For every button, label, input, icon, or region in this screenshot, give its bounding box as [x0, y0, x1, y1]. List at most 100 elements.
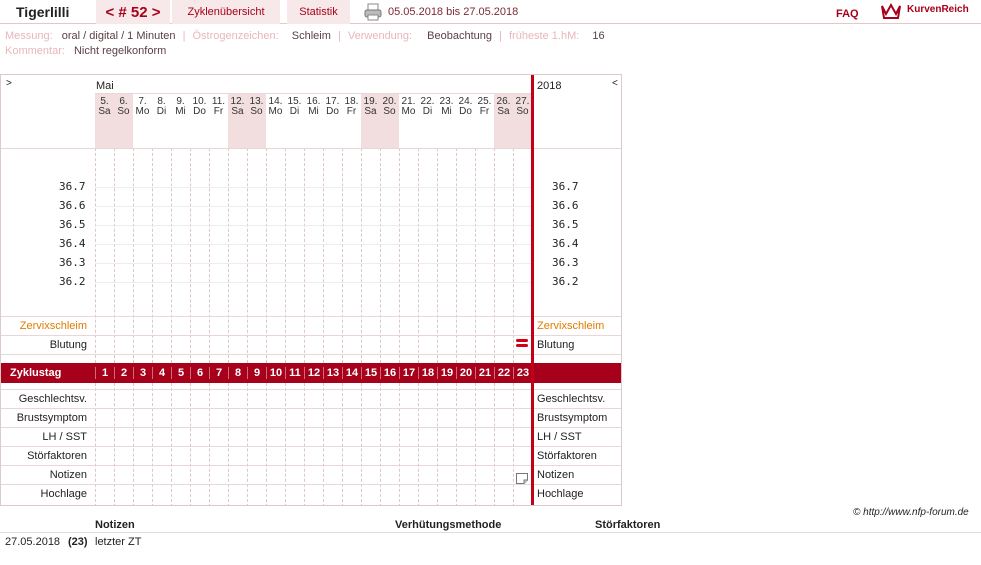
day-column[interactable]: 25. Fr [475, 94, 494, 148]
row-label: Brustsymptom [16, 412, 87, 424]
blutung-label: Blutung [49, 339, 87, 351]
day-column[interactable]: 10. Do [190, 94, 209, 148]
day-column[interactable]: 8. Di [152, 94, 171, 148]
day-column[interactable]: 12. Sa [228, 94, 247, 148]
zyklustag-cell[interactable]: 23 [513, 367, 532, 379]
zyklustag-cell[interactable]: 11 [285, 367, 304, 379]
zyklustag-cell[interactable]: 2 [114, 367, 133, 379]
faq-link[interactable]: FAQ [836, 8, 859, 20]
temp-label: 36.6 [59, 199, 86, 212]
day-column[interactable]: 22. Di [418, 94, 437, 148]
nav-next-button[interactable]: < [612, 78, 618, 89]
row-label: Geschlechtsv. [18, 393, 87, 405]
zyklustag-cell[interactable]: 7 [209, 367, 228, 379]
oestrogen-label: Östrogenzeichen: [192, 30, 279, 42]
note-text: letzter ZT [95, 536, 142, 548]
col-notizen: Notizen [95, 519, 135, 531]
zyklustag-cell[interactable]: 5 [171, 367, 190, 379]
zyklustag-row: Zyklustag 1 2 3 4 5 6 7 8 9 10 11 12 13 14 15 16 17 18 19 2… [1, 363, 621, 383]
weekday: Sa [497, 106, 510, 117]
day-column[interactable]: 7. Mo [133, 94, 152, 148]
weekday: Do [459, 106, 472, 117]
zyklustag-cell[interactable]: 22 [494, 367, 513, 379]
zyklustag-cell[interactable]: 17 [399, 367, 418, 379]
kommentar-label: Kommentar: [5, 45, 65, 57]
weekday: So [250, 106, 263, 117]
zyklustag-cell[interactable]: 9 [247, 367, 266, 379]
zyklustag-cell[interactable]: 19 [437, 367, 456, 379]
day-column[interactable]: 16. Mi [304, 94, 323, 148]
copyright[interactable]: © http://www.nfp-forum.de [853, 507, 969, 518]
zervix-label: Zervixschleim [19, 320, 87, 332]
weekday: Fr [213, 106, 224, 117]
zyklustag-cell[interactable]: 13 [323, 367, 342, 379]
note-icon[interactable] [516, 473, 528, 484]
day-column[interactable]: 17. Do [323, 94, 342, 148]
bleeding-marker-icon[interactable] [516, 339, 528, 347]
zyklustag-cell[interactable]: 15 [361, 367, 380, 379]
day-column[interactable]: 27. So [513, 94, 532, 148]
day-column[interactable]: 9. Mi [171, 94, 190, 148]
tab-statistics[interactable]: Statistik [287, 0, 350, 24]
info-line-1: Messung: oral / digital / 1 Minuten | Ös… [5, 30, 605, 42]
zyklustag-cell[interactable]: 20 [456, 367, 475, 379]
day-column[interactable]: 21. Mo [399, 94, 418, 148]
zyklustag-cell[interactable]: 6 [190, 367, 209, 379]
oestrogen-value: Schleim [291, 30, 331, 42]
temp-label-right: 36.5 [552, 218, 579, 231]
temp-label: 36.7 [59, 180, 86, 193]
day-column[interactable]: 15. Di [285, 94, 304, 148]
row-label-right: Hochlage [537, 488, 584, 500]
printer-icon[interactable] [364, 3, 382, 21]
col-verhuetung: Verhütungsmethode [395, 519, 502, 531]
day-column[interactable]: 14. Mo [266, 94, 285, 148]
day-column[interactable]: 20. So [380, 94, 399, 148]
hm-value: 16 [592, 30, 605, 42]
info-line-2: Kommentar: Nicht regelkonform [5, 45, 166, 57]
weekday: Mo [268, 106, 283, 117]
day-column[interactable]: 18. Fr [342, 94, 361, 148]
row-label-right: LH / SST [537, 431, 582, 443]
weekday: Mo [135, 106, 150, 117]
day-column[interactable]: 24. Do [456, 94, 475, 148]
col-stoerfaktoren: Störfaktoren [595, 519, 661, 531]
weekday: Di [289, 106, 300, 117]
weekday: So [516, 106, 529, 117]
zyklustag-cell[interactable]: 1 [95, 367, 114, 379]
note-date: 27.05.2018 [5, 536, 61, 548]
day-column[interactable]: 26. Sa [494, 94, 513, 148]
weekday: Fr [346, 106, 357, 117]
weekday: Do [193, 106, 206, 117]
weekday: Mi [441, 106, 452, 117]
tab-cycle-overview[interactable]: Zyklenübersicht [172, 0, 280, 24]
day-column[interactable]: 11. Fr [209, 94, 228, 148]
temp-label: 36.4 [59, 237, 86, 250]
day-column[interactable]: 6. So [114, 94, 133, 148]
crown-logo-icon[interactable] [880, 2, 902, 20]
zervix-label-right: Zervixschleim [537, 320, 605, 332]
nav-prev-button[interactable]: > [6, 78, 12, 89]
zyklustag-cell[interactable]: 4 [152, 367, 171, 379]
day-column[interactable]: 23. Mi [437, 94, 456, 148]
zyklustag-cell[interactable]: 18 [418, 367, 437, 379]
row-label: Störfaktoren [27, 450, 87, 462]
date-range: 05.05.2018 bis 27.05.2018 [388, 6, 519, 18]
day-column[interactable]: 5. Sa [95, 94, 114, 148]
temp-label-right: 36.6 [552, 199, 579, 212]
row-label-right: Störfaktoren [537, 450, 597, 462]
cycle-navigator[interactable]: < # 52 > [96, 0, 170, 24]
zyklustag-label: Zyklustag [10, 367, 62, 379]
zyklustag-cell[interactable]: 21 [475, 367, 494, 379]
zyklustag-cell[interactable]: 14 [342, 367, 361, 379]
day-column[interactable]: 19. Sa [361, 94, 380, 148]
zyklustag-cell[interactable]: 3 [133, 367, 152, 379]
verwendung-value: Beobachtung [427, 30, 492, 42]
day-column[interactable]: 13. So [247, 94, 266, 148]
row-label: LH / SST [42, 431, 87, 443]
weekday: So [383, 106, 396, 117]
zyklustag-cell[interactable]: 16 [380, 367, 399, 379]
logo-text[interactable]: KurvenReich [907, 4, 969, 15]
zyklustag-cell[interactable]: 10 [266, 367, 285, 379]
zyklustag-cell[interactable]: 12 [304, 367, 323, 379]
zyklustag-cell[interactable]: 8 [228, 367, 247, 379]
